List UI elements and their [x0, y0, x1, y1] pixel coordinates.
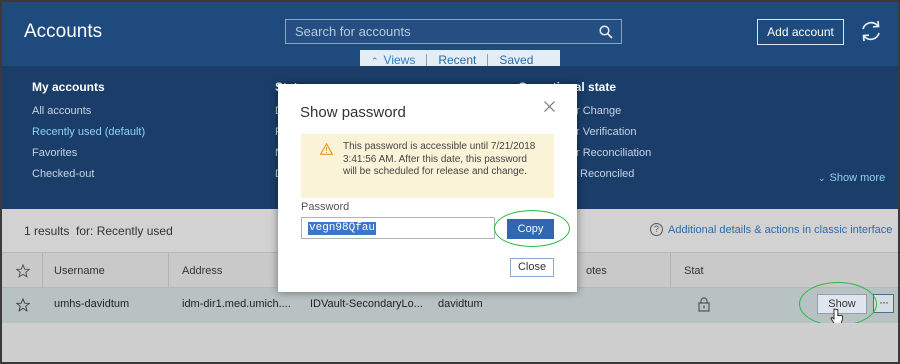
dialog-title: Show password [300, 104, 406, 121]
password-label: Password [301, 201, 350, 213]
column-divider [670, 253, 671, 289]
page-title: Accounts [24, 21, 103, 42]
app-window: Accounts Add account ⌃Views Recent Saved… [0, 0, 900, 364]
star-icon[interactable] [16, 298, 30, 312]
warning-box: This password is accessible until 7/21/2… [301, 134, 554, 198]
help-icon: ? [650, 223, 663, 236]
warning-icon [320, 143, 333, 155]
close-icon[interactable] [543, 100, 556, 113]
filter-all-accounts[interactable]: All accounts [32, 105, 145, 126]
search-box[interactable] [285, 19, 622, 44]
column-header-username[interactable]: Username [54, 265, 105, 277]
column-divider [42, 253, 43, 289]
star-icon[interactable] [16, 264, 30, 278]
tab-views[interactable]: ⌃ Views [360, 53, 426, 67]
search-input[interactable] [286, 20, 621, 43]
filter-recently-used[interactable]: Recently used (default) [32, 126, 145, 147]
empty-table-area [2, 323, 898, 362]
show-more-link[interactable]: ⌄ Show more [818, 172, 885, 184]
column-header-notes[interactable]: otes [586, 265, 607, 277]
add-account-button[interactable]: Add account [757, 19, 844, 45]
password-value[interactable]: vegn98Qfau [308, 222, 377, 235]
cell-username: umhs-davidtum [54, 298, 130, 310]
my-accounts-filter: My accounts All accounts Recently used (… [32, 80, 145, 189]
tab-saved[interactable]: Saved [488, 53, 544, 67]
chevron-up-icon: ⌃ [371, 55, 379, 66]
show-password-dialog: Show password This password is accessibl… [278, 84, 577, 292]
table-row[interactable]: umhs-davidtum idm-dir1.med.umich.... IDV… [2, 288, 898, 323]
close-button[interactable]: Close [510, 258, 554, 277]
results-count: 1 results for: Recently used [24, 224, 173, 238]
tab-recent[interactable]: Recent [427, 53, 487, 67]
highlight-ring [494, 210, 570, 247]
lock-icon [698, 297, 710, 312]
column-divider [168, 253, 169, 289]
cell-platform: IDVault-SecondaryLo... [310, 298, 423, 310]
column-header-address[interactable]: Address [182, 265, 222, 277]
filter-favorites[interactable]: Favorites [32, 147, 145, 168]
chevron-down-icon: ⌄ [818, 173, 826, 183]
password-field[interactable]: vegn98Qfau [301, 217, 495, 239]
classic-interface-link[interactable]: ? Additional details & actions in classi… [650, 223, 892, 236]
refresh-icon[interactable] [858, 18, 884, 44]
filter-checked-out[interactable]: Checked-out [32, 168, 145, 189]
filter-group-title: My accounts [32, 80, 105, 94]
cell-logon: davidtum [438, 298, 483, 310]
cell-address: idm-dir1.med.umich.... [182, 298, 291, 310]
column-header-status[interactable]: Stat [684, 265, 704, 277]
search-icon[interactable] [599, 25, 613, 39]
warning-message: This password is accessible until 7/21/2… [343, 141, 536, 177]
